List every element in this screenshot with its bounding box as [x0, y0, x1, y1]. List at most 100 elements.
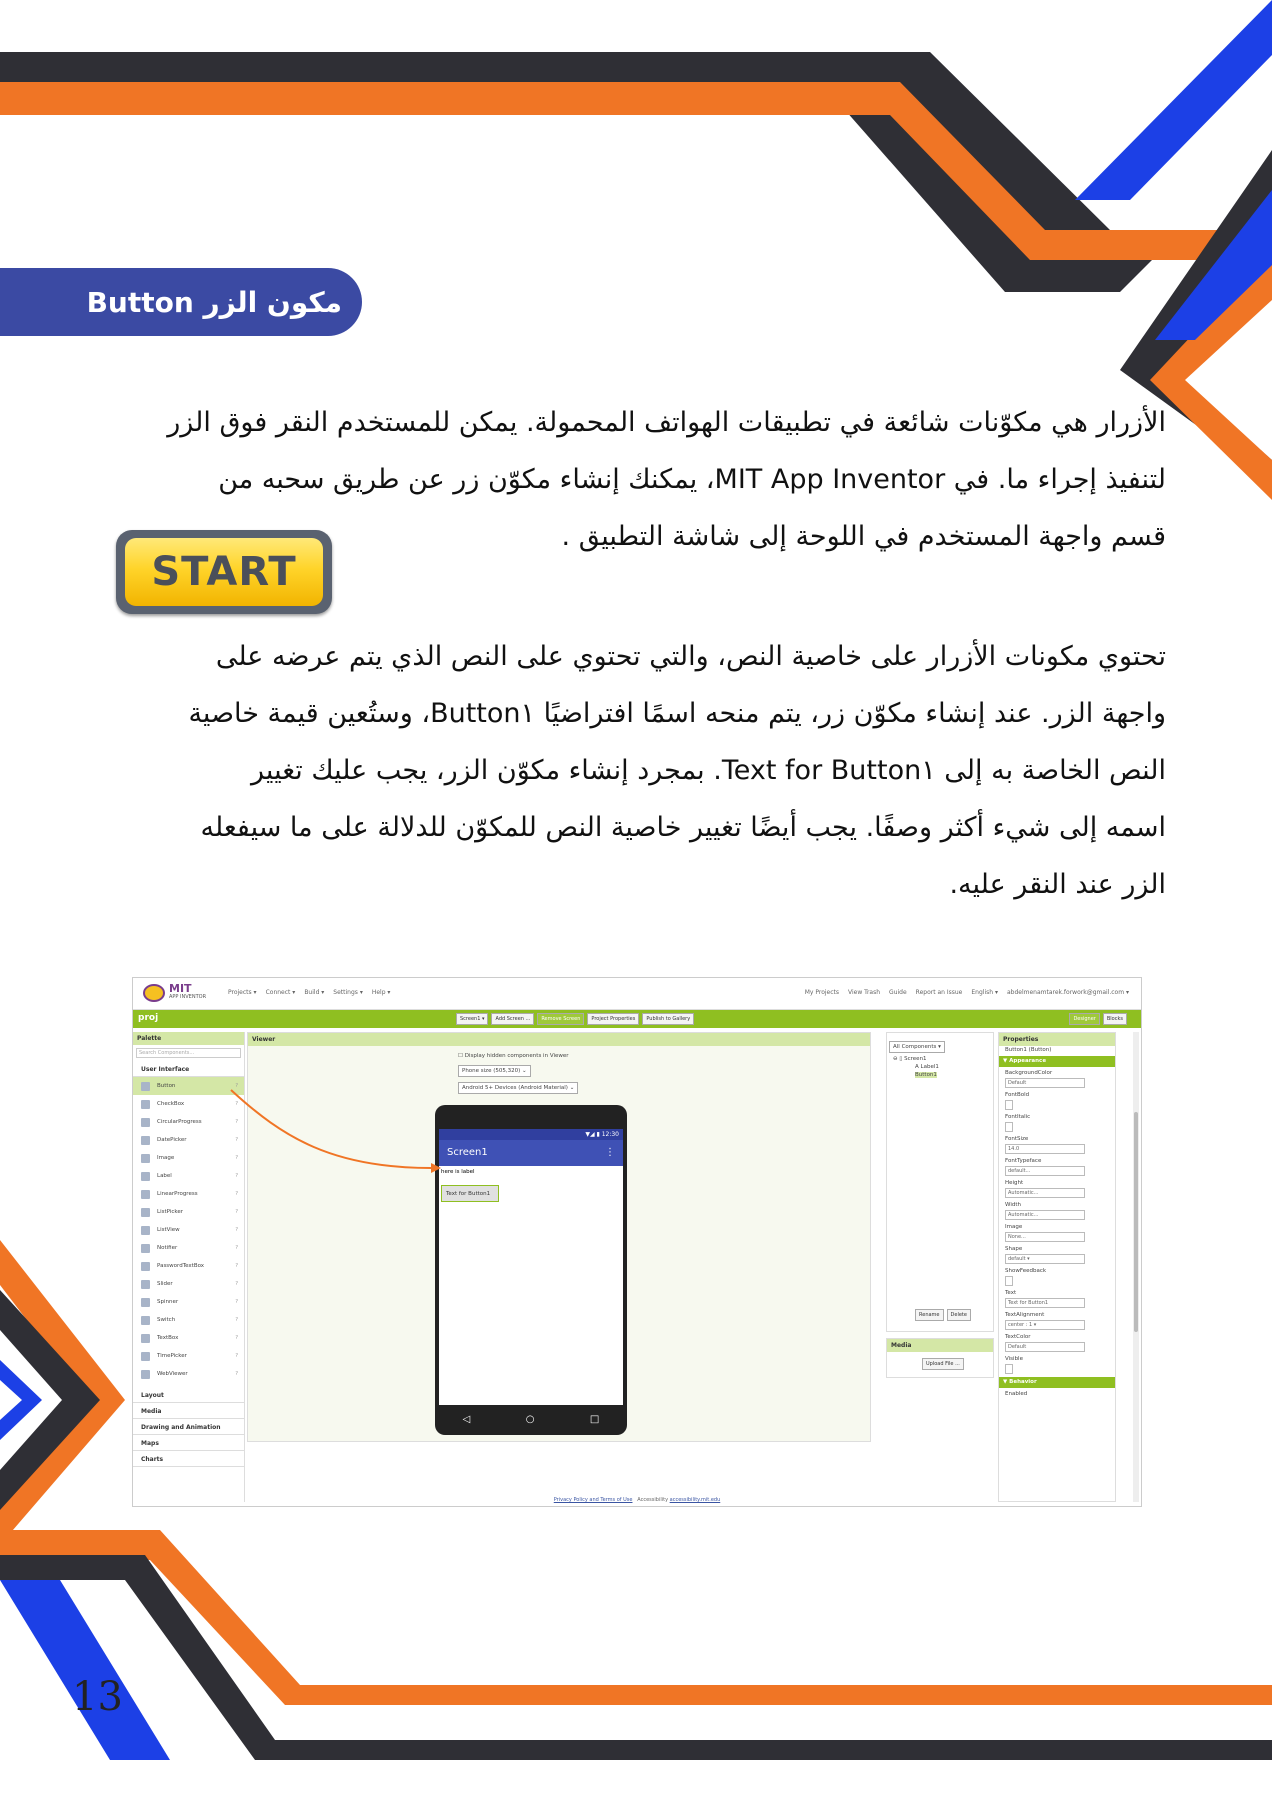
prop-value-field[interactable]: Default — [1005, 1078, 1085, 1088]
all-components-select[interactable]: All Components ▾ — [889, 1041, 945, 1053]
help-icon[interactable]: ? — [235, 1263, 238, 1269]
prop-value-field[interactable]: center : 1 ▾ — [1005, 1320, 1085, 1330]
help-icon[interactable]: ? — [235, 1281, 238, 1287]
help-icon[interactable]: ? — [235, 1371, 238, 1377]
category-drawing-animation[interactable]: Drawing and Animation — [133, 1419, 244, 1435]
privacy-link[interactable]: Privacy Policy and Terms of Use — [554, 1497, 633, 1503]
phone-size-select[interactable]: Phone size (505,320) ⌄ — [458, 1065, 531, 1077]
menu-settings[interactable]: Settings ▾ — [333, 989, 363, 996]
help-icon[interactable]: ? — [235, 1155, 238, 1161]
menu-projects[interactable]: Projects ▾ — [228, 989, 257, 996]
help-icon[interactable]: ? — [235, 1173, 238, 1179]
menu-help[interactable]: Help ▾ — [372, 989, 391, 996]
switch-icon — [141, 1315, 150, 1325]
preview-label[interactable]: here is label — [439, 1166, 623, 1178]
help-icon[interactable]: ? — [235, 1083, 238, 1089]
category-user-interface[interactable]: User Interface — [133, 1061, 244, 1077]
palette-item-circularprogress[interactable]: CircularProgress? — [133, 1113, 244, 1131]
help-icon[interactable]: ? — [235, 1101, 238, 1107]
prop-value-field[interactable]: Automatic... — [1005, 1210, 1085, 1220]
help-icon[interactable]: ? — [235, 1353, 238, 1359]
help-icon[interactable]: ? — [235, 1137, 238, 1143]
palette-item-switch[interactable]: Switch? — [133, 1311, 244, 1329]
recents-icon[interactable]: □ — [590, 1414, 599, 1425]
palette-item-timepicker[interactable]: TimePicker? — [133, 1347, 244, 1365]
tree-screen1[interactable]: ⊖ ▯ Screen1 — [887, 1055, 993, 1063]
link-my-projects[interactable]: My Projects — [805, 989, 839, 996]
add-screen-button[interactable]: Add Screen ... — [491, 1013, 535, 1025]
link-view-trash[interactable]: View Trash — [848, 989, 880, 996]
category-charts[interactable]: Charts — [133, 1451, 244, 1467]
help-icon[interactable]: ? — [235, 1245, 238, 1251]
help-icon[interactable]: ? — [235, 1317, 238, 1323]
palette-search-input[interactable]: Search Components... — [136, 1048, 241, 1058]
tree-label1[interactable]: A Label1 — [887, 1063, 993, 1071]
behavior-section[interactable]: ▼ Behavior — [999, 1377, 1115, 1388]
paragraph-line: قسم واجهة المستخدم في اللوحة إلى شاشة ال… — [561, 521, 1166, 552]
menu-connect[interactable]: Connect ▾ — [266, 989, 296, 996]
help-icon[interactable]: ? — [235, 1209, 238, 1215]
screen-select[interactable]: Screen1 ▾ — [456, 1013, 489, 1025]
palette-item-linearprogress[interactable]: LinearProgress? — [133, 1185, 244, 1203]
blocks-button[interactable]: Blocks — [1102, 1013, 1127, 1025]
prop-value-field[interactable] — [1005, 1276, 1013, 1286]
palette-item-label[interactable]: Label? — [133, 1167, 244, 1185]
textbox-icon — [141, 1333, 150, 1343]
prop-value-field[interactable]: 14.0 — [1005, 1144, 1085, 1154]
palette-item-passwordtextbox[interactable]: PasswordTextBox? — [133, 1257, 244, 1275]
palette-item-slider[interactable]: Slider? — [133, 1275, 244, 1293]
prop-value-field[interactable]: Automatic... — [1005, 1188, 1085, 1198]
appearance-section[interactable]: ▼ Appearance — [999, 1056, 1115, 1067]
delete-button[interactable]: Delete — [946, 1309, 971, 1321]
palette-item-textbox[interactable]: TextBox? — [133, 1329, 244, 1347]
publish-gallery-button[interactable]: Publish to Gallery — [642, 1013, 695, 1025]
help-icon[interactable]: ? — [235, 1119, 238, 1125]
palette-item-notifier[interactable]: Notifier? — [133, 1239, 244, 1257]
home-icon[interactable]: ○ — [526, 1414, 535, 1425]
palette-item-listpicker[interactable]: ListPicker? — [133, 1203, 244, 1221]
prop-value-field[interactable] — [1005, 1364, 1013, 1374]
link-guide[interactable]: Guide — [889, 989, 907, 996]
properties-scrollbar[interactable] — [1133, 1032, 1139, 1502]
prop-value-field[interactable] — [1005, 1100, 1013, 1110]
rename-button[interactable]: Rename — [915, 1309, 944, 1321]
category-maps[interactable]: Maps — [133, 1435, 244, 1451]
palette-item-datepicker[interactable]: DatePicker? — [133, 1131, 244, 1149]
account-menu[interactable]: abdelmenamtarek.forwork@gmail.com ▾ — [1007, 989, 1129, 996]
link-report-issue[interactable]: Report an Issue — [916, 989, 963, 996]
help-icon[interactable]: ? — [235, 1227, 238, 1233]
palette-item-spinner[interactable]: Spinner? — [133, 1293, 244, 1311]
prop-value-field[interactable]: Default — [1005, 1342, 1085, 1352]
category-media[interactable]: Media — [133, 1403, 244, 1419]
prop-value-field[interactable]: None... — [1005, 1232, 1085, 1242]
hidden-components-checkbox[interactable]: ☐ Display hidden components in Viewer — [458, 1053, 569, 1059]
palette-item-image[interactable]: Image? — [133, 1149, 244, 1167]
palette-item-checkbox[interactable]: CheckBox? — [133, 1095, 244, 1113]
accessibility-link[interactable]: accessibility.mit.edu — [670, 1497, 721, 1503]
back-icon[interactable]: ◁ — [463, 1414, 471, 1425]
preview-button[interactable]: Text for Button1 — [441, 1185, 499, 1202]
palette-item-button[interactable]: Button? — [133, 1077, 244, 1095]
theme-select[interactable]: Android 5+ Devices (Android Material) ⌄ — [458, 1082, 579, 1094]
prop-value-field[interactable]: Text for Button1 — [1005, 1298, 1085, 1308]
prop-name: FontTypeface — [1005, 1158, 1042, 1164]
section-title: مكون الزر Button — [86, 285, 342, 319]
language-menu[interactable]: English ▾ — [971, 989, 998, 996]
overflow-menu-icon[interactable]: ⋮ — [605, 1147, 615, 1158]
prop-value-field[interactable]: default... — [1005, 1166, 1085, 1176]
help-icon[interactable]: ? — [235, 1335, 238, 1341]
help-icon[interactable]: ? — [235, 1191, 238, 1197]
tree-button1[interactable]: Button1 — [887, 1071, 993, 1079]
upload-file-button[interactable]: Upload File ... — [922, 1358, 964, 1370]
remove-screen-button[interactable]: Remove Screen — [537, 1013, 585, 1025]
palette-item-listview[interactable]: ListView? — [133, 1221, 244, 1239]
help-icon[interactable]: ? — [235, 1299, 238, 1305]
palette-item-webviewer[interactable]: WebViewer? — [133, 1365, 244, 1383]
prop-value-field[interactable]: default ▾ — [1005, 1254, 1085, 1264]
project-properties-button[interactable]: Project Properties — [587, 1013, 640, 1025]
prop-value-field[interactable] — [1005, 1122, 1013, 1132]
category-layout[interactable]: Layout — [133, 1387, 244, 1403]
mit-logo[interactable]: MIT APP INVENTOR — [143, 983, 206, 1002]
designer-button[interactable]: Designer — [1069, 1013, 1100, 1025]
menu-build[interactable]: Build ▾ — [304, 989, 324, 996]
